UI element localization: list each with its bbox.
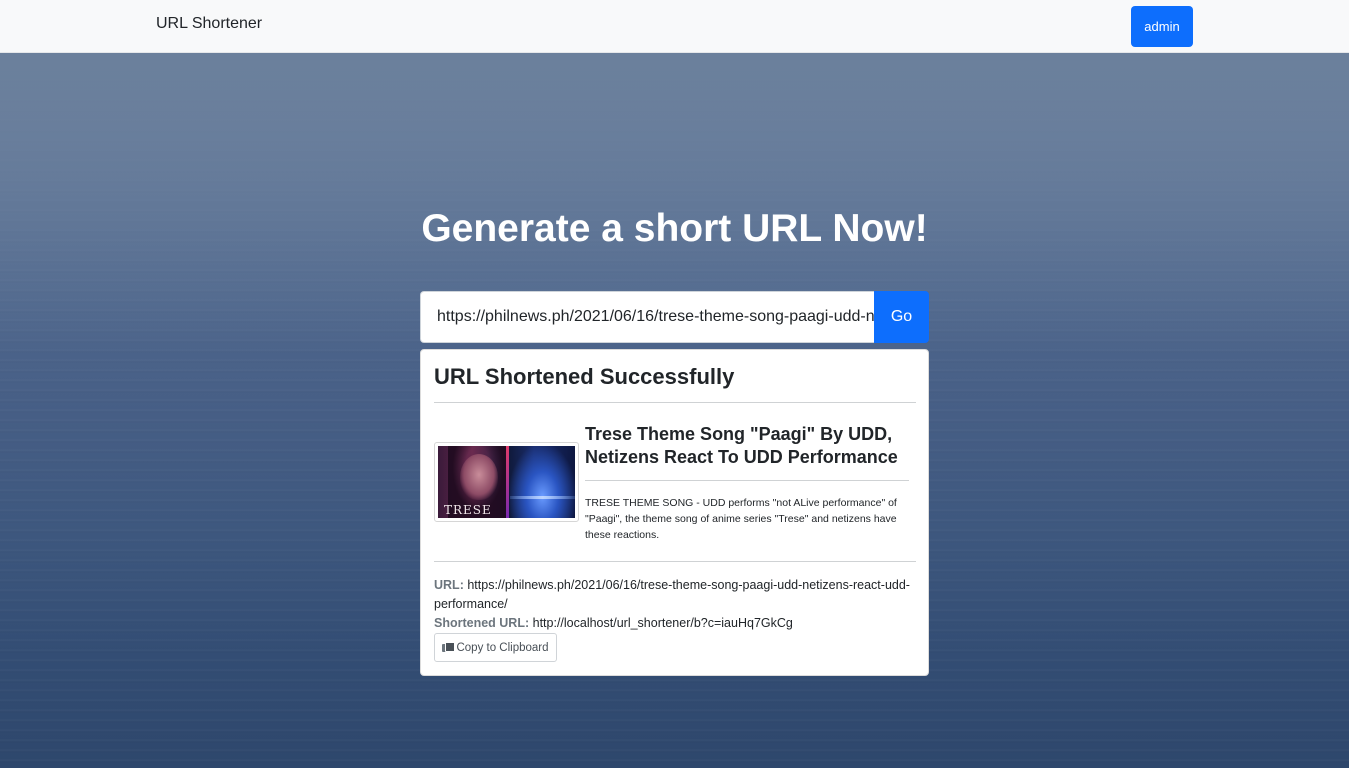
thumbnail-logo: TRESE: [444, 503, 492, 517]
article-title: Trese Theme Song "Paagi" By UDD, Netizen…: [585, 424, 898, 467]
url-form: https://philnews.ph/2021/06/16/trese-the…: [420, 291, 929, 343]
divider: [434, 402, 916, 403]
thumbnail-image: TRESE: [438, 446, 575, 518]
article-thumbnail: TRESE: [434, 442, 579, 522]
short-url-value: http://localhost/url_shortener/b?c=iauHq…: [532, 616, 793, 630]
result-title: URL Shortened Successfully: [434, 364, 735, 389]
copy-button-label: Copy to Clipboard: [456, 641, 549, 654]
article-description: TRESE THEME SONG - UDD performs "not ALi…: [585, 497, 897, 541]
thumbnail-stage-light: [510, 496, 575, 499]
brand-link[interactable]: URL Shortener: [156, 15, 262, 33]
admin-button[interactable]: admin: [1131, 6, 1193, 47]
article-divider: [585, 480, 909, 481]
copy-to-clipboard-button[interactable]: Copy to Clipboard: [434, 633, 557, 662]
thumbnail-face: [460, 454, 498, 500]
original-url-value: https://philnews.ph/2021/06/16/trese-the…: [434, 578, 910, 611]
url-label: URL:: [434, 578, 464, 592]
divider: [434, 561, 916, 562]
url-input[interactable]: https://philnews.ph/2021/06/16/trese-the…: [420, 291, 874, 343]
short-url-row: Shortened URL: http://localhost/url_shor…: [434, 614, 914, 633]
original-url-row: URL: https://philnews.ph/2021/06/16/tres…: [434, 576, 914, 614]
page-title: Generate a short URL Now!: [421, 207, 928, 250]
go-button[interactable]: Go: [874, 291, 929, 343]
result-card: URL Shortened Successfully TRESE Trese T…: [420, 349, 929, 676]
short-url-label: Shortened URL:: [434, 616, 530, 630]
navbar: URL Shortener admin: [0, 0, 1349, 53]
thumbnail-stage: [510, 446, 575, 518]
copy-icon: [442, 642, 456, 653]
thumbnail-divider: [506, 446, 509, 518]
